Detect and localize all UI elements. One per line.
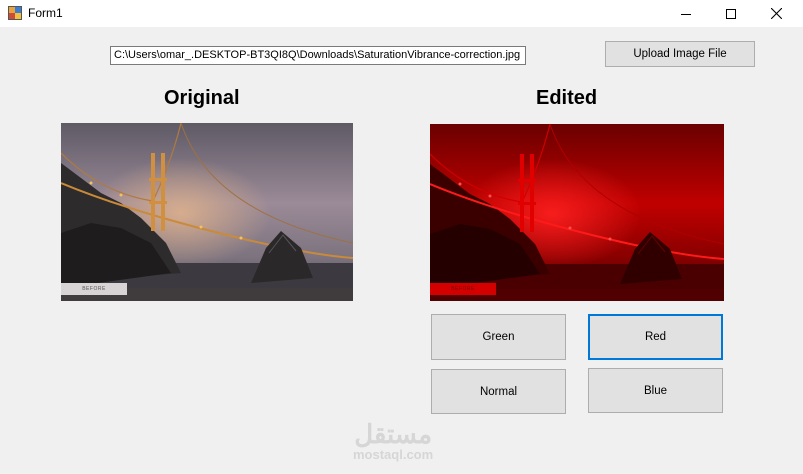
close-icon — [770, 8, 782, 19]
original-image: BEFORE — [61, 123, 353, 301]
minimize-icon — [681, 13, 691, 15]
maximize-button[interactable] — [708, 0, 754, 27]
blue-button[interactable]: Blue — [588, 368, 723, 413]
edited-before-chip: BEFORE — [430, 283, 496, 295]
watermark-latin: mostaql.com — [353, 447, 434, 462]
edited-heading: Edited — [536, 87, 598, 109]
normal-button[interactable]: Normal — [431, 369, 566, 414]
before-chip: BEFORE — [61, 283, 127, 295]
window-title: Form1 — [28, 6, 63, 20]
watermark: مستقل mostaql.com — [353, 420, 433, 462]
maximize-icon — [726, 8, 736, 19]
minimize-button[interactable] — [663, 0, 709, 27]
file-path-input[interactable]: C:\Users\omar_.DESKTOP-BT3QI8Q\Downloads… — [110, 46, 526, 65]
title-bar: Form1 — [0, 0, 803, 27]
watermark-arabic: مستقل — [354, 419, 432, 449]
close-button[interactable] — [753, 0, 799, 27]
edited-image: BEFORE — [430, 124, 724, 301]
original-heading: Original — [164, 87, 240, 109]
upload-image-button[interactable]: Upload Image File — [605, 41, 755, 67]
red-button[interactable]: Red — [588, 314, 723, 360]
green-button[interactable]: Green — [431, 314, 566, 360]
app-icon — [8, 6, 22, 20]
